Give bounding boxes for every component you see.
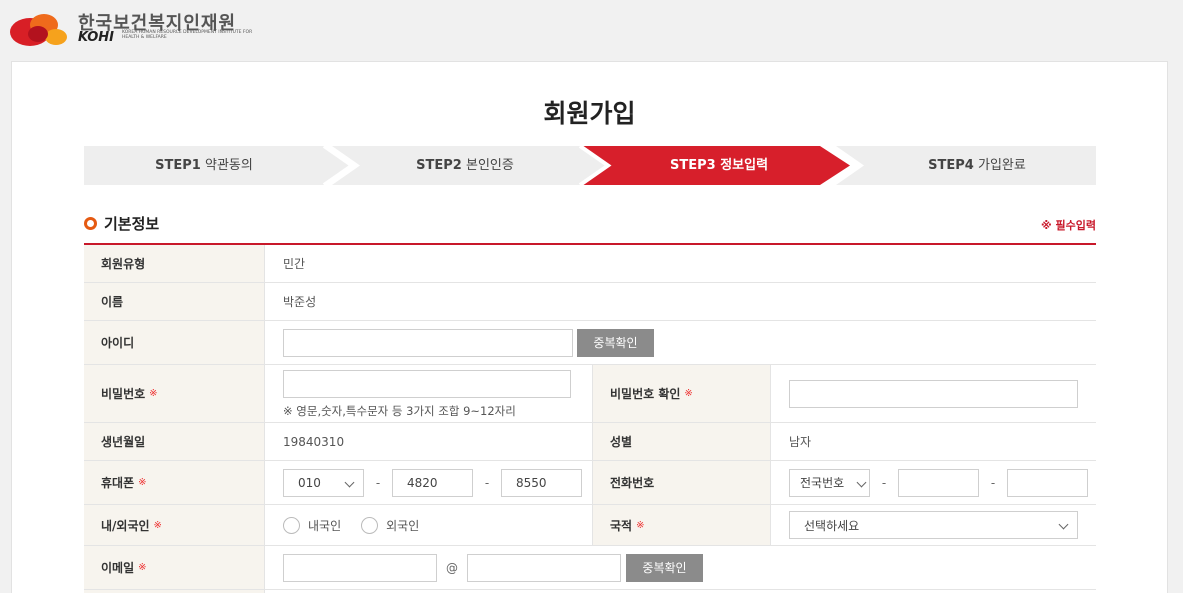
nationality-type-label: 내/외국인 ※ [84,505,265,545]
member-type-label: 회원유형 [84,245,265,282]
row-email: 이메일 ※ @ 중복확인 [84,546,1096,590]
required-note: ※ 필수입력 [1040,219,1096,232]
required-mark: ※ [636,519,645,531]
row-password: 비밀번호 ※ ※ 영문,숫자,특수문자 등 3가지 조합 9~12자리 비밀번호 … [84,365,1096,423]
password-cell: ※ 영문,숫자,특수문자 등 3가지 조합 9~12자리 [283,365,571,422]
phone-cell: 전국번호 - - [789,461,1088,504]
site-header: 한국보건복지인재원 KOHI KOREA HUMAN RESOURCE DEVE… [0,0,1183,60]
email-cell: @ 중복확인 [283,546,703,589]
signup-panel: 회원가입 STEP1 약관동의 STEP2 본인인증 STEP3 정보입력 ST… [11,61,1168,593]
name-label: 이름 [84,283,265,320]
userid-label: 아이디 [84,321,265,364]
row-name: 이름 박준성 [84,283,1096,321]
required-mark: ※ [138,562,147,573]
step-1: STEP1 약관동의 [84,146,324,185]
radio-foreign-label[interactable]: 외국인 [386,517,419,534]
basic-info-form: 회원유형 민간 이름 박준성 아이디 중복확인 비밀번호 ※ ※ 영문,숫자,특수… [84,245,1096,593]
password-confirm-cell [789,365,1078,422]
dash-separator: - [375,475,381,490]
logo-english-name: KOHI [78,30,115,45]
mobile-label: 휴대폰 ※ [84,461,265,504]
userid-check-button[interactable]: 중복확인 [577,328,654,357]
step-4-label: 가입완료 [977,158,1026,173]
userid-input[interactable] [283,328,573,357]
nationality-select[interactable]: 선택하세요 [789,511,1078,539]
at-sign: @ [446,560,458,575]
email-label-text: 이메일 [101,561,135,575]
mobile-mid-input[interactable]: 4820 [392,468,473,497]
phone-prefix-value: 전국번호 [800,476,845,490]
radio-domestic[interactable] [283,516,300,534]
step-2: STEP2 본인인증 [350,146,580,185]
step-4: STEP4 가입완료 [858,146,1096,185]
phone-label: 전화번호 [592,461,771,504]
row-mobile: 휴대폰 ※ 010 - 4820 - 8550 전화번호 전국번호 - - [84,461,1096,505]
row-nationality: 내/외국인 ※ 내국인 외국인 국적 ※ 선택하세요 [84,505,1096,546]
password-confirm-label: 비밀번호 확인 ※ [592,365,771,422]
step-progress: STEP1 약관동의 STEP2 본인인증 STEP3 정보입력 STEP4 가… [84,146,1096,185]
row-member-type: 회원유형 민간 [84,245,1096,283]
password-input[interactable] [283,370,571,398]
phone-prefix-select[interactable]: 전국번호 [789,468,870,497]
gender-value: 남자 [789,435,812,449]
circle-bullet-icon [84,217,97,230]
email-domain-input[interactable] [467,553,621,582]
email-label: 이메일 ※ [84,546,265,589]
kohi-logo-icon[interactable] [8,10,70,48]
chevron-down-icon [856,477,867,487]
step-3: STEP3 정보입력 [604,146,834,185]
mobile-last-input[interactable]: 8550 [501,468,582,497]
nationality-type-cell: 내국인 외국인 [283,505,439,545]
mobile-prefix-value: 010 [298,475,321,490]
nationality-cell: 선택하세요 [789,505,1078,545]
required-mark: ※ [149,388,158,399]
dash-separator: - [881,475,887,490]
gender-label: 성별 [592,423,771,460]
required-mark: ※ [684,388,693,399]
email-local-input[interactable] [283,553,437,582]
mobile-cell: 010 - 4820 - 8550 [283,461,582,504]
radio-domestic-label[interactable]: 내국인 [308,517,341,534]
radio-foreign[interactable] [361,516,379,534]
phone-mid-input[interactable] [898,468,979,497]
step-3-label: 정보입력 [720,158,769,173]
email-check-button[interactable]: 중복확인 [626,553,703,582]
step-3-num: STEP3 [669,158,716,173]
nationality-select-value: 선택하세요 [804,518,860,533]
required-mark: ※ [153,519,162,531]
chevron-down-icon [1058,519,1069,530]
dash-separator: - [990,475,996,490]
dash-separator: - [484,475,490,490]
chevron-down-icon [344,477,355,487]
nationality-label: 국적 ※ [592,505,771,545]
password-label: 비밀번호 ※ [84,365,265,422]
password-confirm-label-text: 비밀번호 확인 [610,387,681,401]
mobile-prefix-select[interactable]: 010 [283,468,364,497]
password-label-text: 비밀번호 [101,387,146,401]
page-title: 회원가입 [543,99,636,128]
row-userid: 아이디 중복확인 [84,321,1096,365]
birth-label: 생년월일 [84,423,265,460]
nationality-label-text: 국적 [610,518,633,533]
section-header: 기본정보 ※ 필수입력 [84,214,1096,245]
step-1-label: 약관동의 [204,158,253,173]
logo-subtitle: KOREA HUMAN RESOURCE DEVELOPMENT INSTITU… [122,30,253,40]
nationality-type-label-text: 내/외국인 [101,518,150,533]
userid-cell: 중복확인 [283,321,654,364]
name-value: 박준성 [283,295,317,309]
step-4-num: STEP4 [928,158,974,173]
phone-last-input[interactable] [1007,468,1088,497]
required-mark: ※ [138,477,147,488]
step-2-label: 본인인증 [465,158,514,173]
step-2-num: STEP2 [416,158,462,173]
step-1-num: STEP1 [155,158,201,173]
birth-value: 19840310 [283,434,345,449]
password-confirm-input[interactable] [789,379,1078,408]
section-title: 기본정보 [104,215,160,233]
row-birth: 생년월일 19840310 성별 남자 [84,423,1096,461]
mobile-label-text: 휴대폰 [101,476,135,490]
member-type-value: 민간 [283,257,306,271]
password-hint: ※ 영문,숫자,특수문자 등 3가지 조합 9~12자리 [283,404,516,418]
